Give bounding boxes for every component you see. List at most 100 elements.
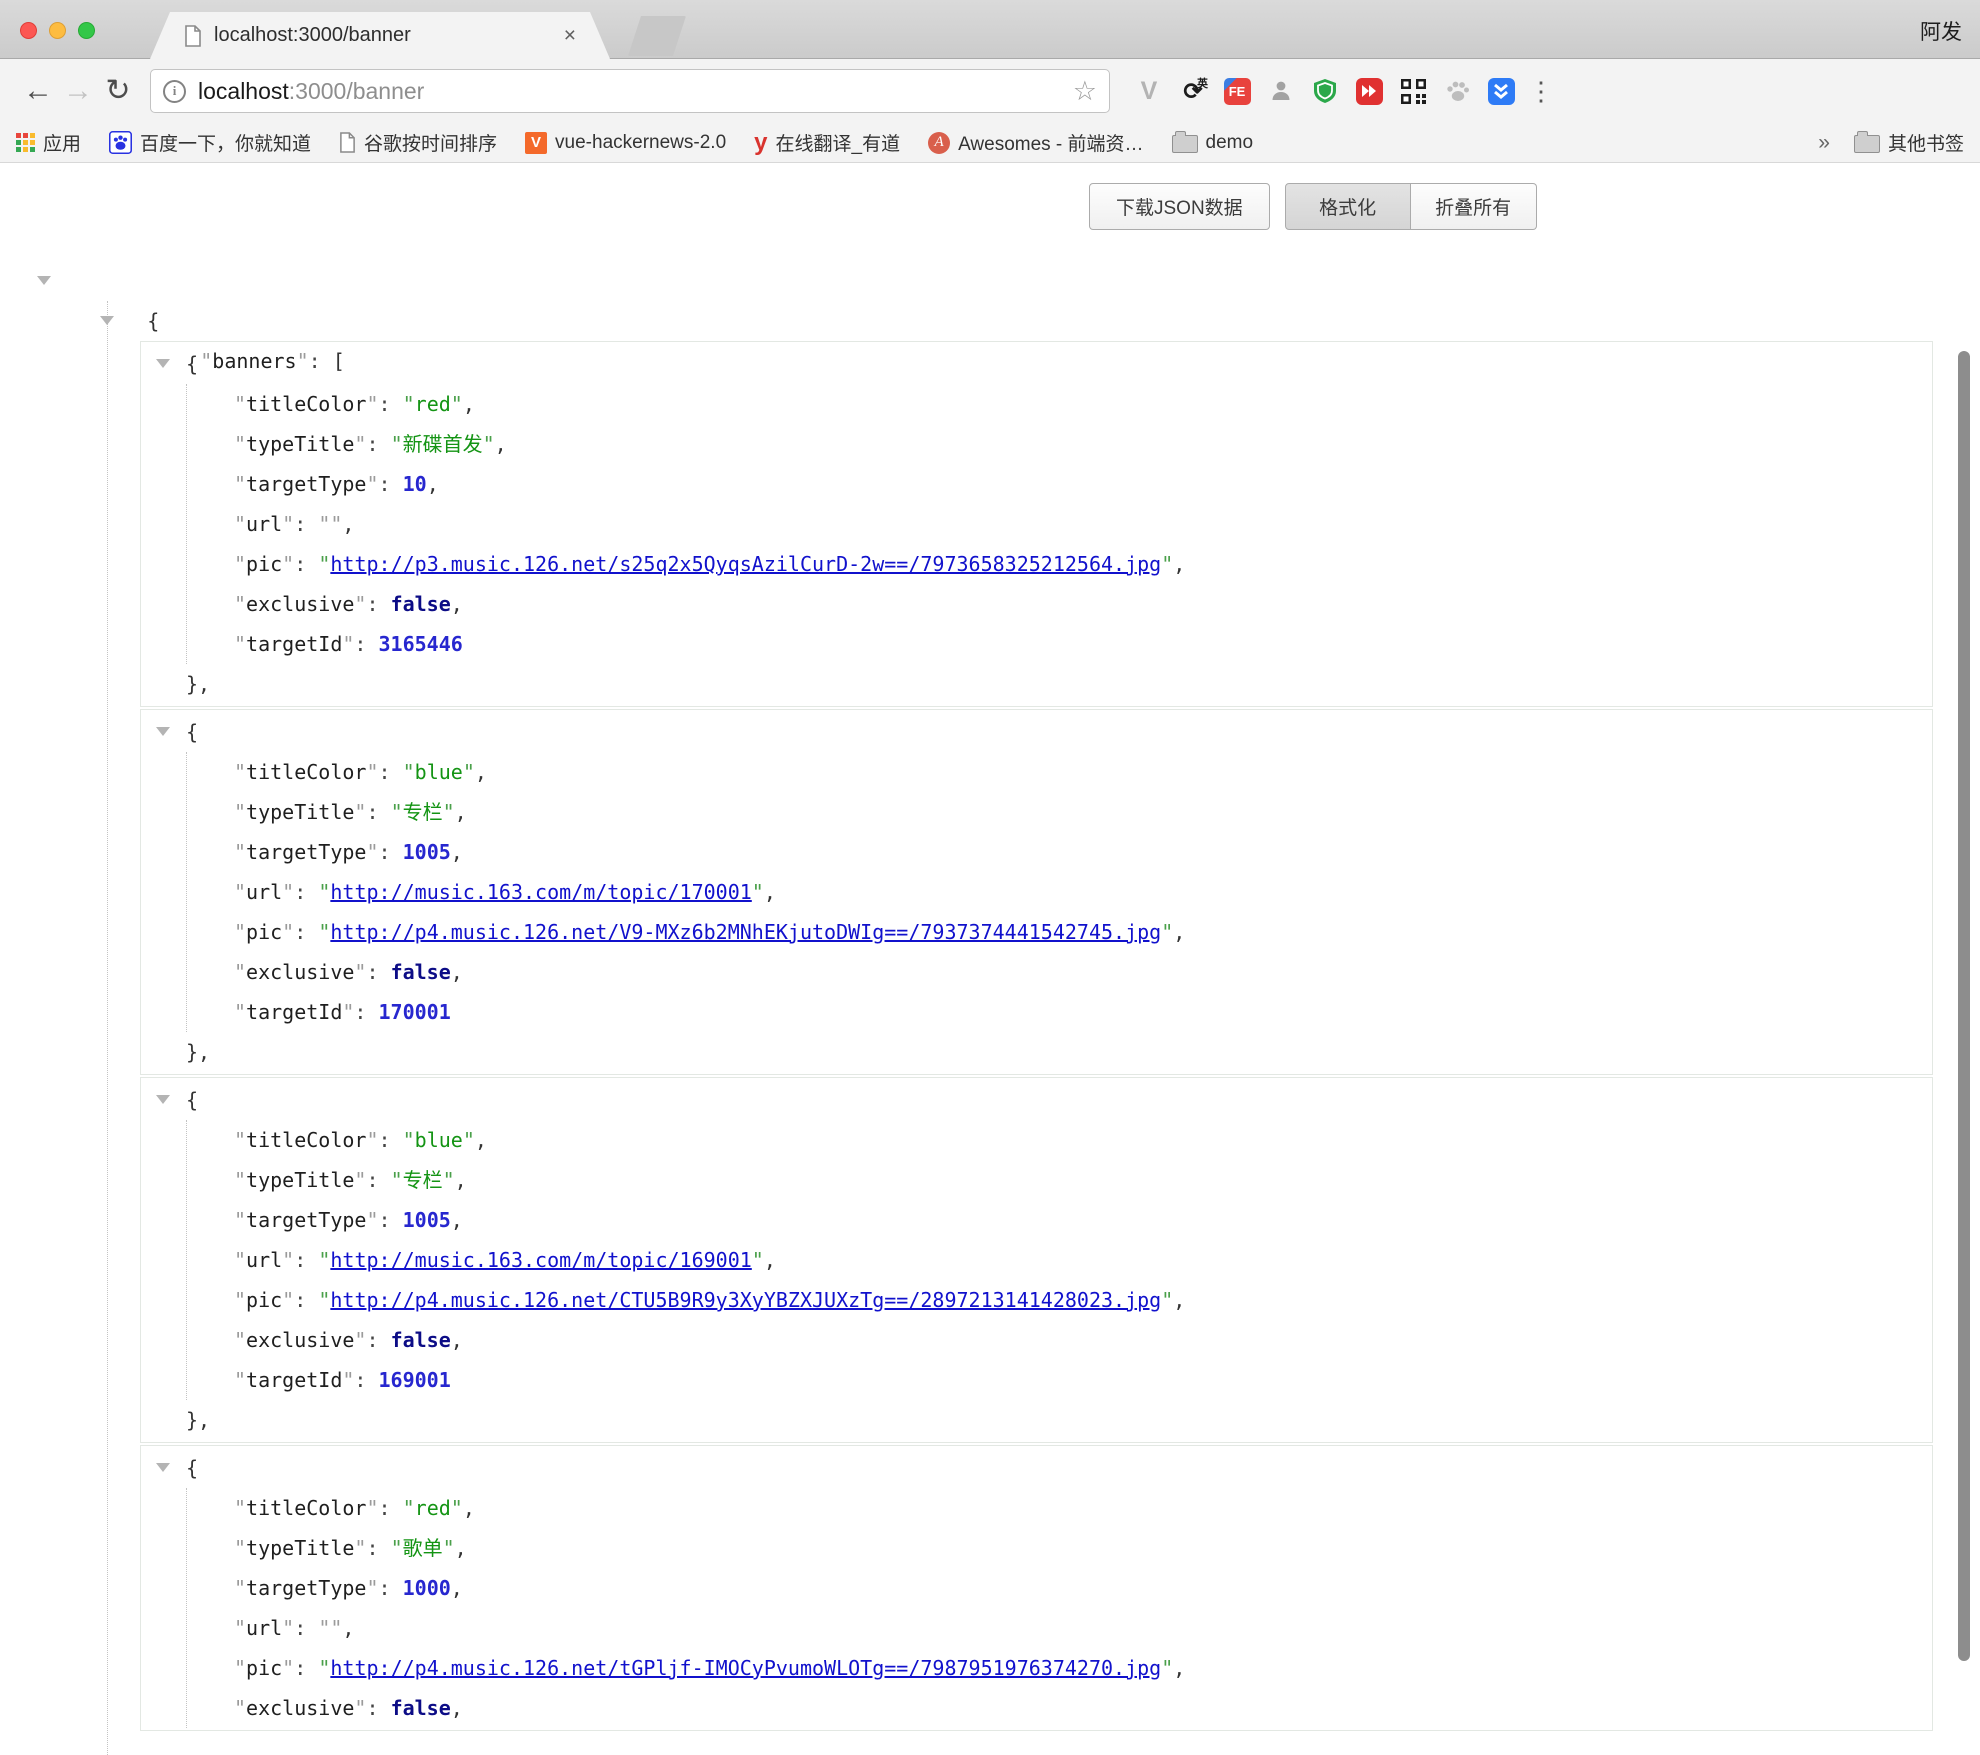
collapse-triangle-icon[interactable] <box>156 727 170 736</box>
json-key: targetId <box>246 632 342 656</box>
tab-close-icon[interactable]: × <box>564 24 576 48</box>
json-key: titleColor <box>246 1128 366 1152</box>
youdao-translate-icon[interactable]: ⟳ 英 <box>1176 74 1210 108</box>
collapse-triangle-icon[interactable] <box>156 1463 170 1472</box>
json-string-value: blue <box>415 760 463 784</box>
json-field-row: "pic": "http://p4.music.126.net/CTU5B9R9… <box>141 1280 1932 1320</box>
fullscreen-window-button[interactable] <box>78 22 95 39</box>
bookmark-apps[interactable]: 应用 <box>16 129 81 156</box>
json-key: targetType <box>246 1576 366 1600</box>
vue-devtools-icon[interactable]: V <box>1132 74 1166 108</box>
json-field-row: "url": "http://music.163.com/m/topic/169… <box>141 1240 1932 1280</box>
json-key: pic <box>246 1656 282 1680</box>
address-bar[interactable]: i localhost:3000/banner ☆ <box>150 69 1110 113</box>
green-shield-extension-icon[interactable] <box>1308 74 1342 108</box>
youdao-logo-icon: y <box>754 133 767 153</box>
browser-menu-icon[interactable]: ⋮ <box>1528 76 1554 107</box>
bookmark-vue-hackernews[interactable]: V vue-hackernews-2.0 <box>525 132 726 154</box>
fehelper-icon[interactable]: FE <box>1220 74 1254 108</box>
json-object-fields: "titleColor": "blue","typeTitle": "专栏","… <box>141 1120 1932 1400</box>
collapse-triangle-icon[interactable] <box>37 276 51 285</box>
scrollbar-thumb[interactable] <box>1958 351 1970 1661</box>
back-button[interactable]: ← <box>18 76 58 106</box>
new-tab-button[interactable] <box>628 16 686 56</box>
profile-name[interactable]: 阿发 <box>1920 16 1962 46</box>
json-string-value: red <box>415 1496 451 1520</box>
json-object-open-row: { <box>141 1448 1932 1488</box>
collapse-triangle-icon[interactable] <box>156 359 170 368</box>
json-field-row: "pic": "http://p3.music.126.net/s25q2x5Q… <box>141 544 1932 584</box>
url-host: localhost <box>198 78 289 104</box>
vue-logo-icon: V <box>525 132 547 154</box>
json-key: url <box>246 1248 282 1272</box>
json-boolean-value: false <box>391 592 451 616</box>
json-object-fields: "titleColor": "blue","typeTitle": "专栏","… <box>141 752 1932 1032</box>
bookmark-star-icon[interactable]: ☆ <box>1073 76 1097 107</box>
json-string-value: 专栏 <box>403 800 443 824</box>
json-field-row: "url": "", <box>141 504 1932 544</box>
qr-code-extension-icon[interactable] <box>1396 74 1430 108</box>
json-actions: 下载JSON数据 格式化 折叠所有 <box>1089 183 1537 230</box>
json-field-row: "targetType": 10, <box>141 464 1932 504</box>
tab-title: localhost:3000/banner <box>214 24 554 47</box>
blue-chevrons-extension-icon[interactable] <box>1484 74 1518 108</box>
other-bookmarks-folder[interactable]: 其他书签 <box>1854 129 1964 156</box>
browser-tab[interactable]: localhost:3000/banner × <box>150 12 610 59</box>
baidu-paw-icon <box>109 131 132 154</box>
bookmarks-overflow-chevron[interactable]: » <box>1818 131 1830 155</box>
json-link[interactable]: http://p4.music.126.net/CTU5B9R9y3XyYBZX… <box>330 1288 1161 1312</box>
json-field-row: "targetType": 1005, <box>141 832 1932 872</box>
bookmark-folder-demo[interactable]: demo <box>1172 132 1254 154</box>
collapse-triangle-icon[interactable] <box>156 1095 170 1104</box>
json-link[interactable]: http://music.163.com/m/topic/170001 <box>330 880 751 904</box>
json-field-row: "typeTitle": "歌单", <box>141 1528 1932 1568</box>
json-number-value: 1000 <box>403 1576 451 1600</box>
json-number-value: 1005 <box>403 840 451 864</box>
bookmark-google-sort[interactable]: 谷歌按时间排序 <box>339 129 497 156</box>
json-field-row: "pic": "http://p4.music.126.net/tGPljf-I… <box>141 1648 1932 1688</box>
json-link[interactable]: http://p4.music.126.net/V9-MXz6b2MNhEKju… <box>330 920 1161 944</box>
json-key: pic <box>246 552 282 576</box>
format-button[interactable]: 格式化 <box>1285 183 1411 230</box>
json-link[interactable]: http://music.163.com/m/topic/169001 <box>330 1248 751 1272</box>
json-field-row: "exclusive": false, <box>141 1688 1932 1728</box>
json-field-row: "targetId": 3165446 <box>141 624 1932 664</box>
awesomes-logo-icon: A <box>928 132 950 154</box>
bookmark-youdao[interactable]: y 在线翻译_有道 <box>754 129 900 156</box>
json-string-value: 新碟首发 <box>403 432 483 456</box>
json-field-row: "url": "", <box>141 1608 1932 1648</box>
fast-forward-extension-icon[interactable] <box>1352 74 1386 108</box>
json-key: typeTitle <box>246 432 354 456</box>
json-field-row: "typeTitle": "专栏", <box>141 1160 1932 1200</box>
folder-icon <box>1854 135 1880 153</box>
tree-guide-line <box>107 301 108 1755</box>
json-key: exclusive <box>246 1328 354 1352</box>
json-array-items: {"titleColor": "red","typeTitle": "新碟首发"… <box>0 341 1980 1731</box>
minimize-window-button[interactable] <box>49 22 66 39</box>
download-json-button[interactable]: 下载JSON数据 <box>1089 183 1270 230</box>
json-number-value: 1005 <box>403 1208 451 1232</box>
json-field-row: "targetType": 1000, <box>141 1568 1932 1608</box>
reload-button[interactable]: ↻ <box>98 76 138 106</box>
site-info-icon[interactable]: i <box>163 80 186 103</box>
close-window-button[interactable] <box>20 22 37 39</box>
view-mode-group: 格式化 折叠所有 <box>1285 183 1537 230</box>
brace-token: { <box>186 720 198 744</box>
paw-extension-icon[interactable] <box>1440 74 1474 108</box>
url-text[interactable]: localhost:3000/banner <box>198 78 424 105</box>
json-key: targetId <box>246 1000 342 1024</box>
json-field-row: "titleColor": "blue", <box>141 752 1932 792</box>
json-field-row: "typeTitle": "新碟首发", <box>141 424 1932 464</box>
collapse-triangle-icon[interactable] <box>100 316 114 325</box>
json-link[interactable]: http://p3.music.126.net/s25q2x5QyqsAzilC… <box>330 552 1161 576</box>
json-key: pic <box>246 1288 282 1312</box>
person-extension-icon[interactable] <box>1264 74 1298 108</box>
json-field-row: "titleColor": "red", <box>141 1488 1932 1528</box>
collapse-all-button[interactable]: 折叠所有 <box>1411 183 1537 230</box>
brace-token: { <box>186 1088 198 1112</box>
json-field-row: "exclusive": false, <box>141 584 1932 624</box>
json-boolean-value: false <box>391 1696 451 1720</box>
json-link[interactable]: http://p4.music.126.net/tGPljf-IMOCyPvum… <box>330 1656 1161 1680</box>
bookmark-baidu[interactable]: 百度一下，你就知道 <box>109 129 311 156</box>
bookmark-awesomes[interactable]: A Awesomes - 前端资… <box>928 129 1143 156</box>
